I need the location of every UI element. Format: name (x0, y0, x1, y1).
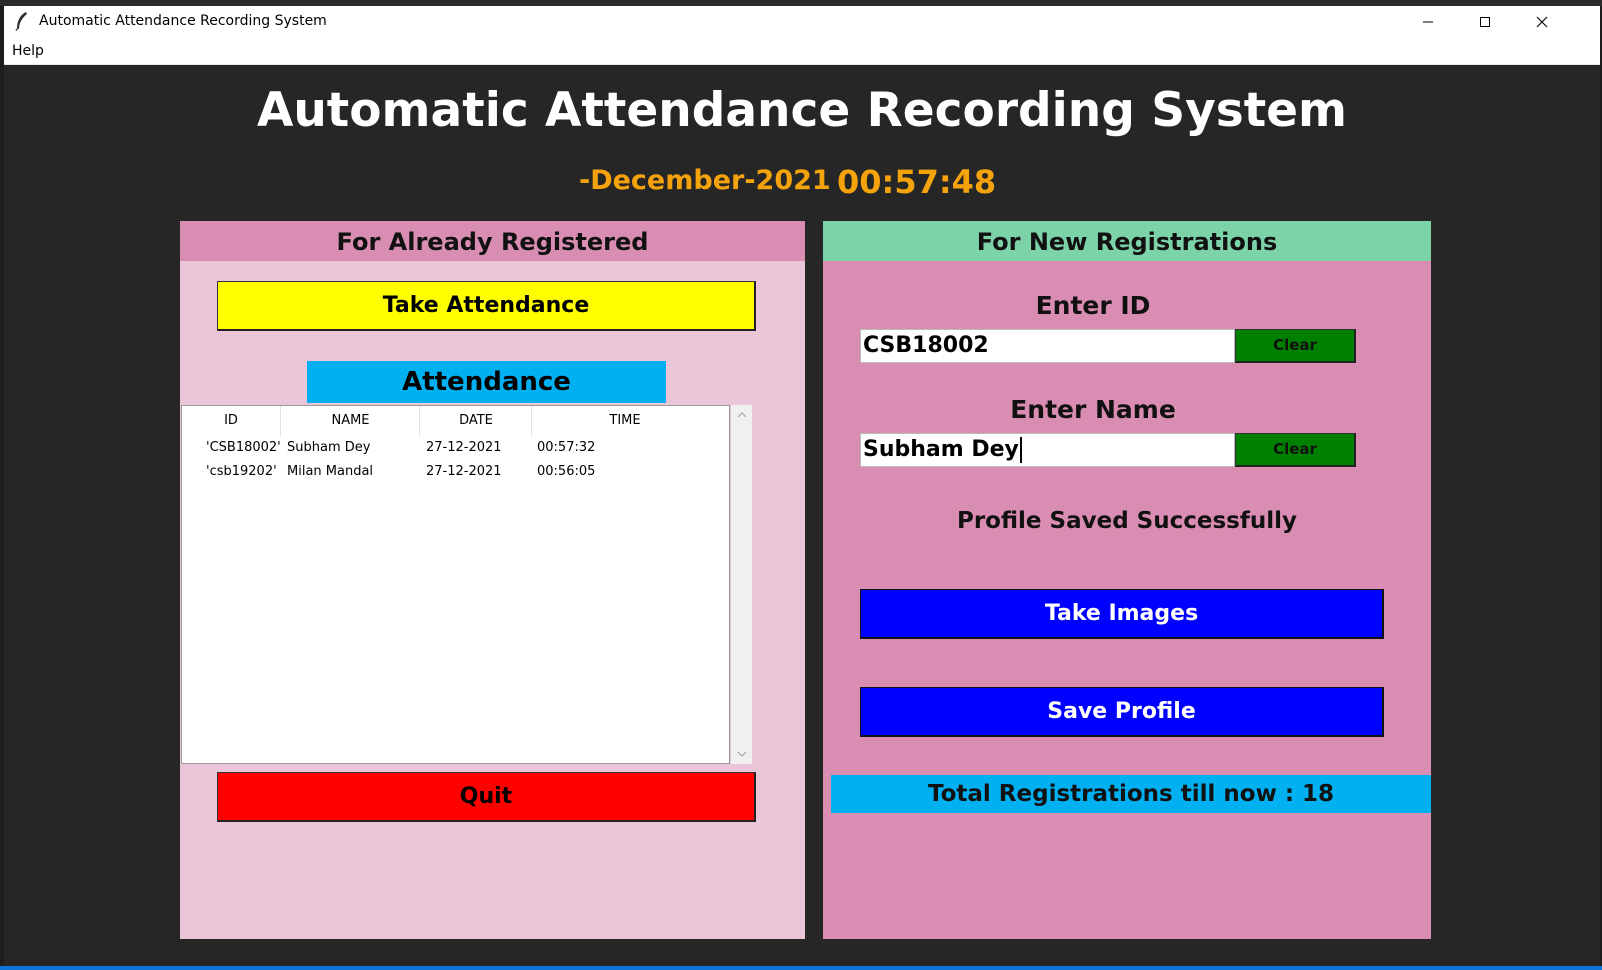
cell-name: Milan Mandal (287, 464, 374, 479)
total-registrations-label: Total Registrations till now : 18 (831, 775, 1431, 813)
main-content: Automatic Attendance Recording System -D… (4, 65, 1600, 966)
menu-bar: Help (4, 37, 1600, 65)
cell-date: 27-12-2021 (426, 440, 502, 455)
cell-time: 00:56:05 (537, 464, 596, 479)
table-row[interactable]: 'CSB18002' Subham Dey 27-12-2021 00:57:3… (182, 436, 729, 460)
close-button[interactable] (1514, 6, 1570, 37)
date-display: -December-2021 (579, 165, 831, 196)
quit-button[interactable]: Quit (217, 772, 756, 822)
cell-name: Subham Dey (287, 440, 371, 455)
minimize-button[interactable] (1400, 6, 1456, 37)
name-input-value: Subham Dey (863, 437, 1019, 462)
table-scrollbar[interactable] (731, 405, 752, 764)
cell-id: 'CSB18002' (206, 440, 281, 455)
take-images-button[interactable]: Take Images (860, 589, 1384, 639)
name-input[interactable]: Subham Dey (860, 433, 1235, 467)
text-caret (1019, 437, 1022, 463)
status-message: Profile Saved Successfully (956, 508, 1297, 534)
new-registrations-header: For New Registrations (823, 221, 1431, 261)
cell-time: 00:57:32 (537, 440, 596, 455)
table-row[interactable]: 'csb19202' Milan Mandal 27-12-2021 00:56… (182, 460, 729, 484)
scroll-down-arrow-icon[interactable] (731, 744, 752, 764)
already-registered-panel: For Already Registered Take Attendance A… (180, 221, 805, 939)
cell-date: 27-12-2021 (426, 464, 502, 479)
clear-name-button[interactable]: Clear (1235, 433, 1356, 467)
new-registrations-panel: For New Registrations Enter ID CSB18002 … (823, 221, 1431, 939)
title-bar: Automatic Attendance Recording System (4, 6, 1600, 37)
take-attendance-button[interactable]: Take Attendance (217, 281, 756, 331)
scroll-up-arrow-icon[interactable] (731, 405, 752, 425)
table-header: ID NAME DATE TIME (182, 406, 729, 436)
enter-id-label: Enter ID (1035, 291, 1151, 320)
minimize-icon (1423, 21, 1433, 22)
enter-name-label: Enter Name (1010, 395, 1176, 424)
column-header-date[interactable]: DATE (421, 406, 532, 436)
window-title: Automatic Attendance Recording System (39, 13, 327, 29)
feather-app-icon (15, 12, 27, 31)
taskbar-edge (0, 966, 1602, 970)
clock-display: 00:57:48 (837, 163, 997, 201)
already-registered-header: For Already Registered (180, 221, 805, 261)
id-input[interactable]: CSB18002 (860, 329, 1235, 363)
maximize-icon (1480, 16, 1490, 27)
clear-id-button[interactable]: Clear (1235, 329, 1356, 363)
maximize-button[interactable] (1457, 6, 1513, 37)
attendance-table[interactable]: ID NAME DATE TIME 'CSB18002' Subham Dey … (181, 405, 730, 764)
menu-help[interactable]: Help (12, 43, 44, 59)
column-header-id[interactable]: ID (182, 406, 281, 436)
cell-id: 'csb19202' (206, 464, 277, 479)
app-window: Automatic Attendance Recording System He… (4, 6, 1600, 966)
save-profile-button[interactable]: Save Profile (860, 687, 1384, 737)
column-header-time[interactable]: TIME (533, 406, 717, 436)
app-title: Automatic Attendance Recording System (256, 83, 1348, 138)
close-icon (1536, 16, 1548, 27)
attendance-label: Attendance (307, 361, 666, 403)
column-header-name[interactable]: NAME (282, 406, 420, 436)
